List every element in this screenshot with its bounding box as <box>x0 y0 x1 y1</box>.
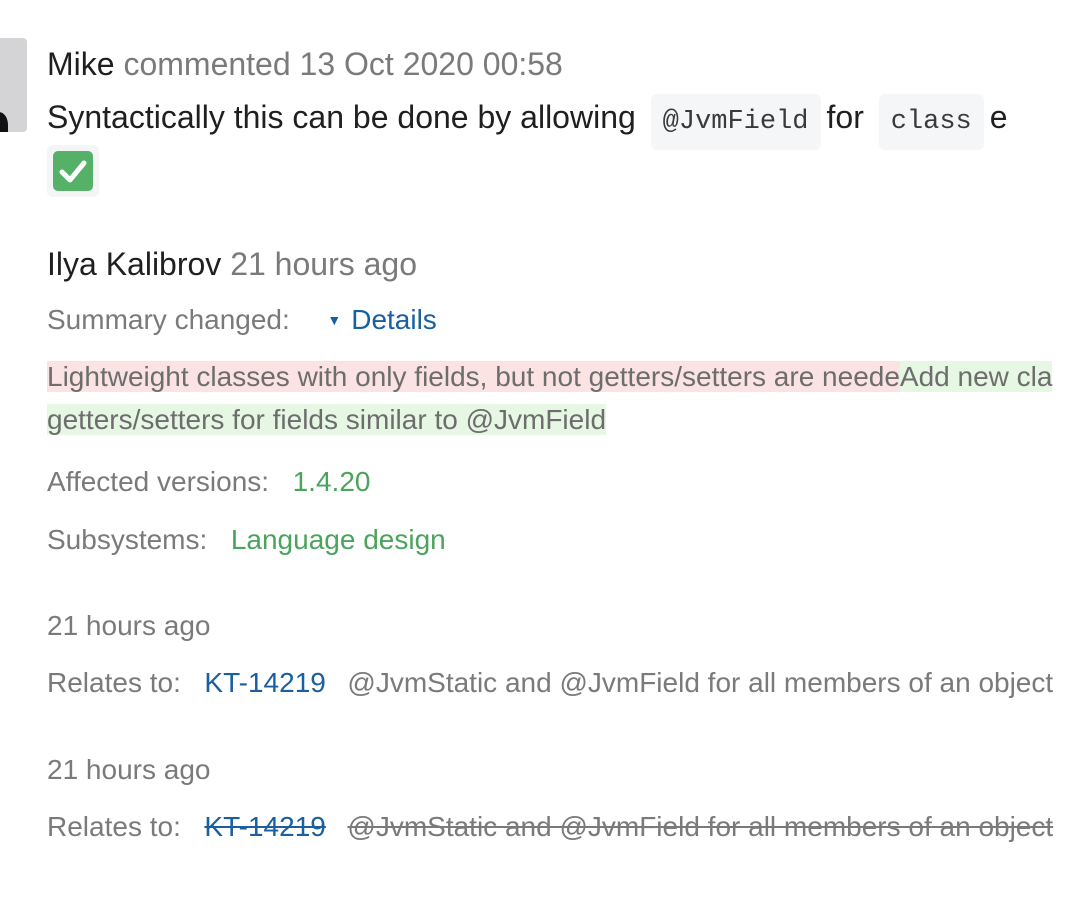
affected-versions-row: Affected versions: 1.4.20 <box>47 466 370 498</box>
comment-body: Syntactically this can be done by allowi… <box>47 89 1008 150</box>
event-time[interactable]: 21 hours ago <box>47 610 210 642</box>
relates-label: Relates to: <box>47 811 181 842</box>
issue-link-removed[interactable]: KT-14219 <box>204 811 325 842</box>
affected-version-value[interactable]: 1.4.20 <box>293 466 371 497</box>
relates-label: Relates to: <box>47 667 181 698</box>
relates-row: Relates to: KT-14219 @JvmStatic and @Jvm… <box>47 667 1053 699</box>
check-mark-icon <box>53 151 93 191</box>
diff-added-text-line2: getters/setters for fields similar to @J… <box>47 404 607 435</box>
subsystems-row: Subsystems: Language design <box>47 524 446 556</box>
reaction-button[interactable] <box>47 145 99 197</box>
avatar-figure <box>0 112 8 132</box>
summary-changed-row: Summary changed: ▼ Details <box>47 304 437 336</box>
avatar[interactable] <box>0 38 27 132</box>
activity-time[interactable]: 21 hours ago <box>230 246 417 282</box>
details-toggle[interactable]: ▼ Details <box>327 304 436 335</box>
caret-down-icon: ▼ <box>327 312 342 328</box>
inline-code-class: class <box>878 94 984 150</box>
issue-title-removed: @JvmStatic and @JvmField for all members… <box>347 811 1054 842</box>
comment-text-tail: e <box>989 99 1008 135</box>
issue-link[interactable]: KT-14219 <box>204 667 325 698</box>
comment-header: Mike commented 13 Oct 2020 00:58 <box>47 42 563 86</box>
inline-code-jvmfield: @JvmField <box>650 94 821 150</box>
activity-header: Ilya Kalibrov 21 hours ago <box>47 242 417 286</box>
comment-text-prefix: Syntactically this can be done by allowi… <box>47 99 636 135</box>
summary-changed-label: Summary changed: <box>47 304 290 335</box>
activity-author[interactable]: Ilya Kalibrov <box>47 246 221 282</box>
comment-text-mid: for <box>826 99 864 135</box>
issue-activity-feed: Mike commented 13 Oct 2020 00:58 Syntact… <box>0 0 1080 907</box>
affected-versions-label: Affected versions: <box>47 466 270 497</box>
relates-row-removed: Relates to: KT-14219 @JvmStatic and @Jvm… <box>47 811 1053 843</box>
diff-removed-text: Lightweight classes with only fields, bu… <box>47 361 900 392</box>
diff-added-text-line1: Add new cla <box>899 361 1053 392</box>
issue-title: @JvmStatic and @JvmField for all members… <box>347 667 1054 698</box>
summary-diff: Lightweight classes with only fields, bu… <box>47 355 1080 441</box>
comment-meta[interactable]: commented 13 Oct 2020 00:58 <box>123 46 562 82</box>
details-label: Details <box>351 304 437 335</box>
comment-author[interactable]: Mike <box>47 46 115 82</box>
subsystems-value[interactable]: Language design <box>231 524 446 555</box>
subsystems-label: Subsystems: <box>47 524 208 555</box>
event-time[interactable]: 21 hours ago <box>47 754 210 786</box>
